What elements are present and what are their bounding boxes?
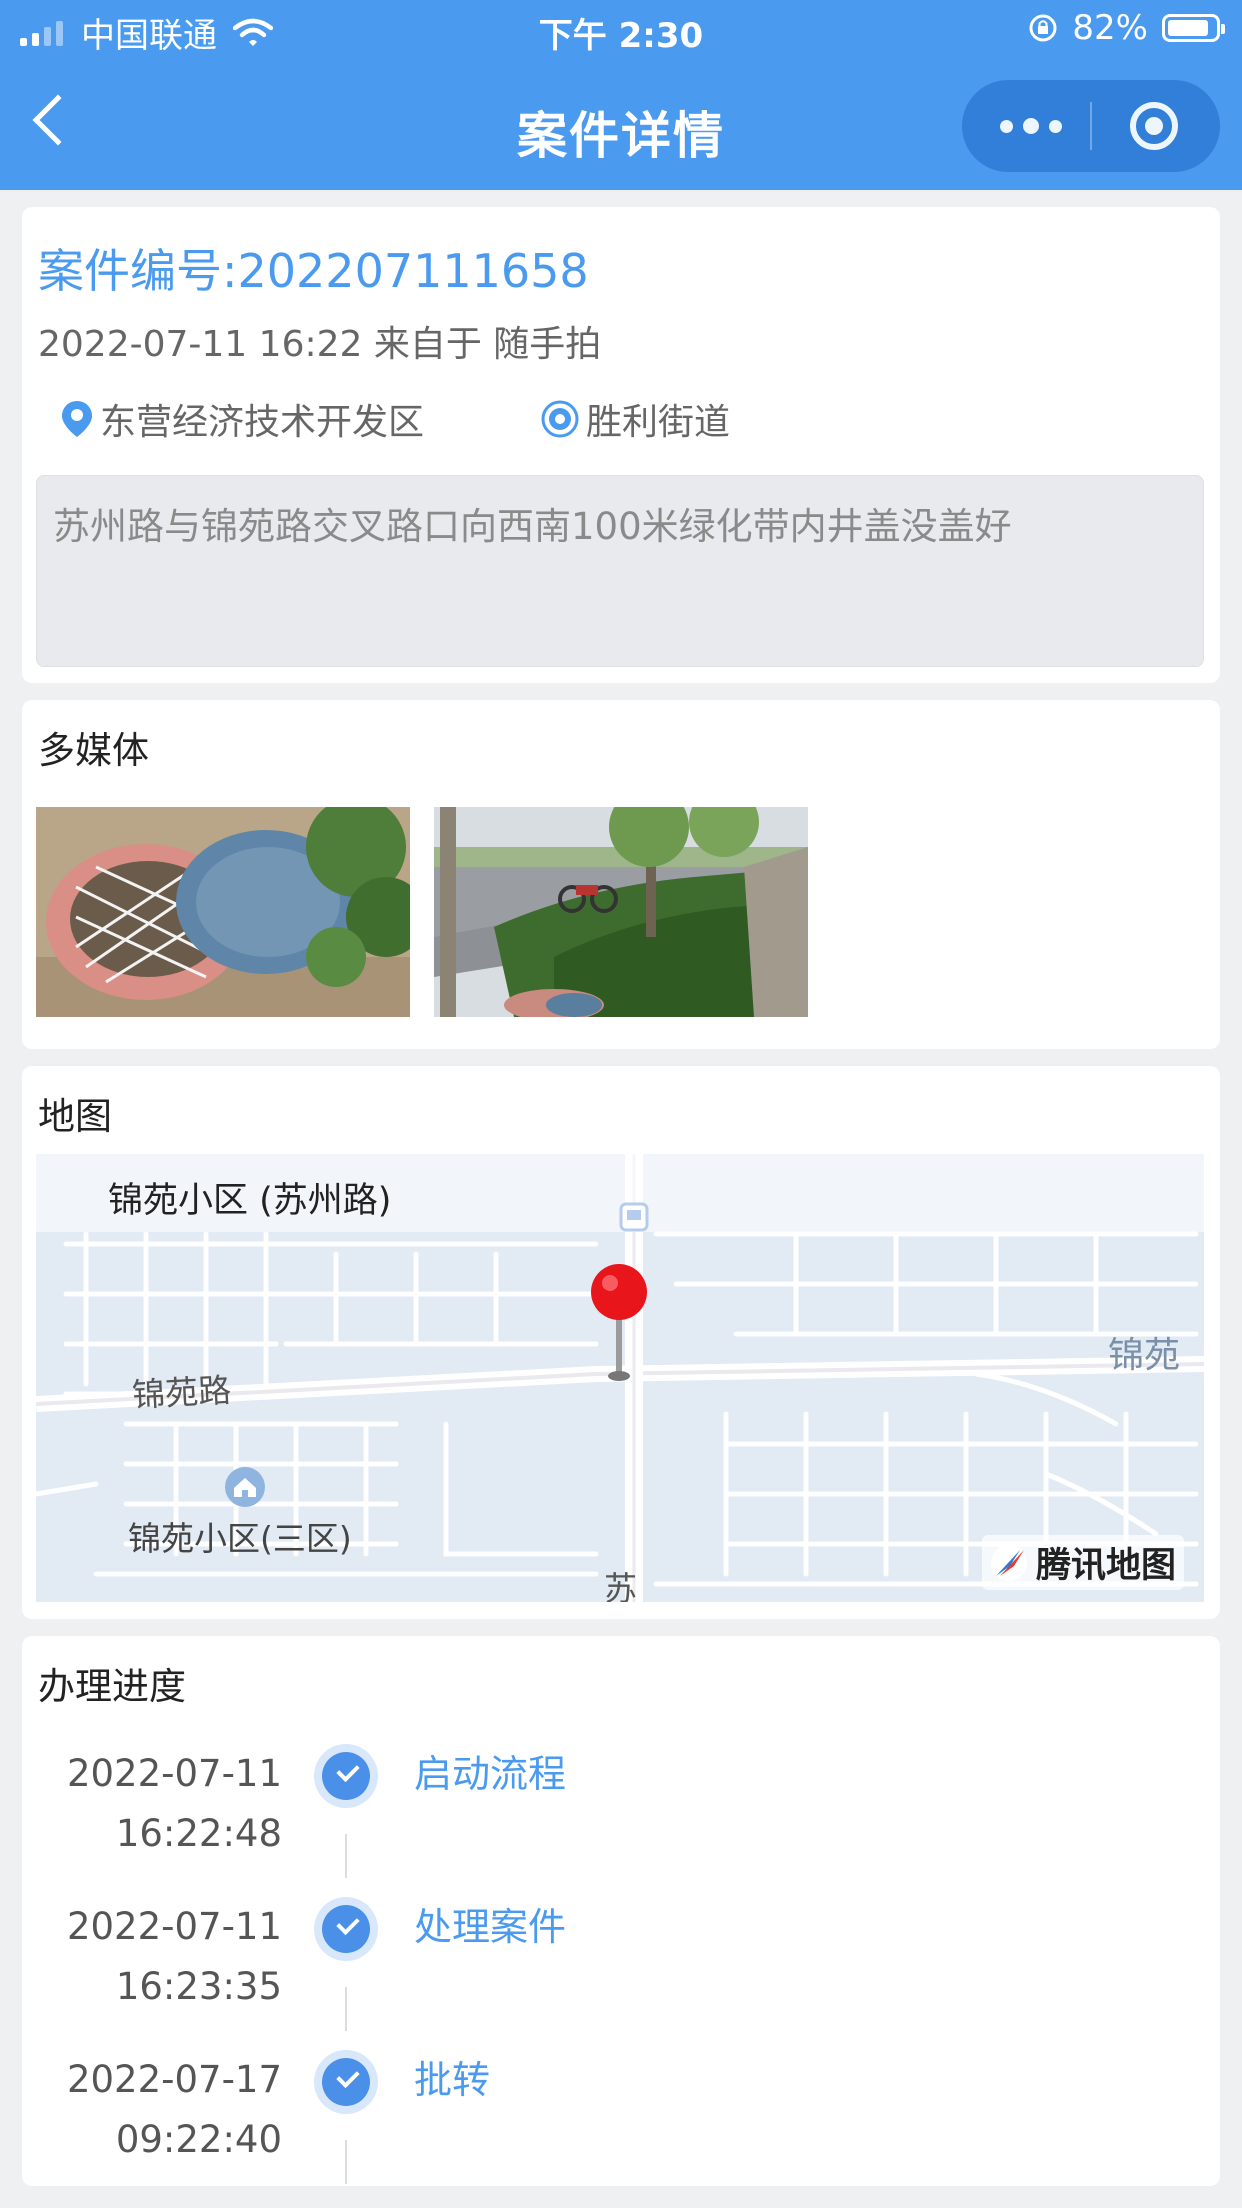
progress-card: 办理进度 2022-07-11 16:22:48 启动流程 2022-07-11… <box>22 1636 1220 2186</box>
photo-thumbnail[interactable] <box>434 807 808 1017</box>
case-description: 苏州路与锦苑路交叉路口向西南100米绿化带内井盖没盖好 <box>36 475 1204 667</box>
battery-percent: 82% <box>1072 8 1148 48</box>
map-section-title: 地图 <box>38 1095 112 1138</box>
map-view[interactable]: 锦苑小区 (苏州路) 锦苑路 锦苑 苏 锦苑小区(三区) 腾讯地图 <box>36 1154 1204 1602</box>
rotation-lock-icon <box>1029 14 1057 42</box>
step-datetime: 2022-07-11 16:23:35 <box>42 1897 282 2017</box>
step-datetime: 2022-07-11 16:22:48 <box>42 1744 282 1864</box>
map-street-label: 苏 <box>604 1569 637 1602</box>
step-label[interactable]: 处理案件 <box>414 1897 566 1957</box>
media-card: 多媒体 <box>22 700 1220 1049</box>
battery-icon <box>1162 14 1225 42</box>
step-label[interactable]: 启动流程 <box>414 1744 566 1804</box>
street-tag: 胜利街道 <box>540 393 730 445</box>
case-number: 案件编号:202207111658 <box>38 244 589 298</box>
map-poi-label: 锦苑小区(三区) <box>128 1519 352 1558</box>
timeline-step: 2022-07-11 16:23:35 处理案件 <box>22 1897 1220 2047</box>
map-provider-label: 腾讯地图 <box>1035 1546 1176 1586</box>
step-date: 2022-07-11 <box>66 1905 282 1948</box>
location-pin-icon <box>62 401 92 437</box>
map-provider-logo: 腾讯地图 <box>981 1535 1184 1590</box>
photo-thumbnail[interactable] <box>36 807 410 1017</box>
map-edge-label: 锦苑 <box>1108 1335 1181 1376</box>
check-icon <box>322 2058 370 2106</box>
tencent-map-icon <box>990 1544 1027 1581</box>
district-tag: 东营经济技术开发区 <box>60 393 424 445</box>
step-time: 16:23:35 <box>115 1965 282 2008</box>
step-time: 09:22:40 <box>115 2118 282 2161</box>
map-place-label: 锦苑小区 (苏州路) <box>108 1181 392 1221</box>
target-location-icon <box>541 400 579 438</box>
timeline-connector <box>345 1834 347 1878</box>
residential-poi-icon <box>225 1467 265 1507</box>
timeline-step: 2022-07-17 09:22:40 批转 <box>22 2050 1220 2200</box>
close-mini-program-icon[interactable] <box>1130 102 1178 150</box>
step-date: 2022-07-11 <box>66 1752 282 1795</box>
step-datetime: 2022-07-17 09:22:40 <box>42 2050 282 2170</box>
step-label[interactable]: 批转 <box>414 2050 490 2110</box>
check-icon <box>322 1905 370 1953</box>
map-card: 地图 锦苑小区 (苏州路) 锦苑路 锦苑 苏 锦苑小区(三区) 腾讯地图 <box>22 1066 1220 1619</box>
district-label: 东营经济技术开发区 <box>100 402 425 443</box>
case-info-card: 案件编号:202207111658 2022-07-11 16:22 来自于 随… <box>22 207 1220 683</box>
more-options-icon[interactable] <box>1000 118 1062 134</box>
case-meta: 2022-07-11 16:22 来自于 随手拍 <box>38 324 602 365</box>
step-time: 16:22:48 <box>115 1812 282 1855</box>
media-section-title: 多媒体 <box>38 729 149 772</box>
timeline-connector <box>345 2140 347 2184</box>
map-road-label: 锦苑路 <box>131 1370 233 1415</box>
timeline-connector <box>345 1987 347 2031</box>
progress-section-title: 办理进度 <box>38 1665 186 1708</box>
timeline-step: 2022-07-11 16:22:48 启动流程 <box>22 1744 1220 1894</box>
step-date: 2022-07-17 <box>66 2058 282 2101</box>
check-icon <box>322 1752 370 1800</box>
location-marker-icon[interactable] <box>588 1262 650 1382</box>
street-label: 胜利街道 <box>586 402 731 443</box>
mini-program-capsule <box>962 80 1220 172</box>
nav-bar: 案件详情 <box>0 70 1242 182</box>
top-bar: 中国联通 下午 2:30 82% 案件详情 <box>0 0 1242 190</box>
status-bar: 中国联通 下午 2:30 82% <box>0 0 1242 62</box>
